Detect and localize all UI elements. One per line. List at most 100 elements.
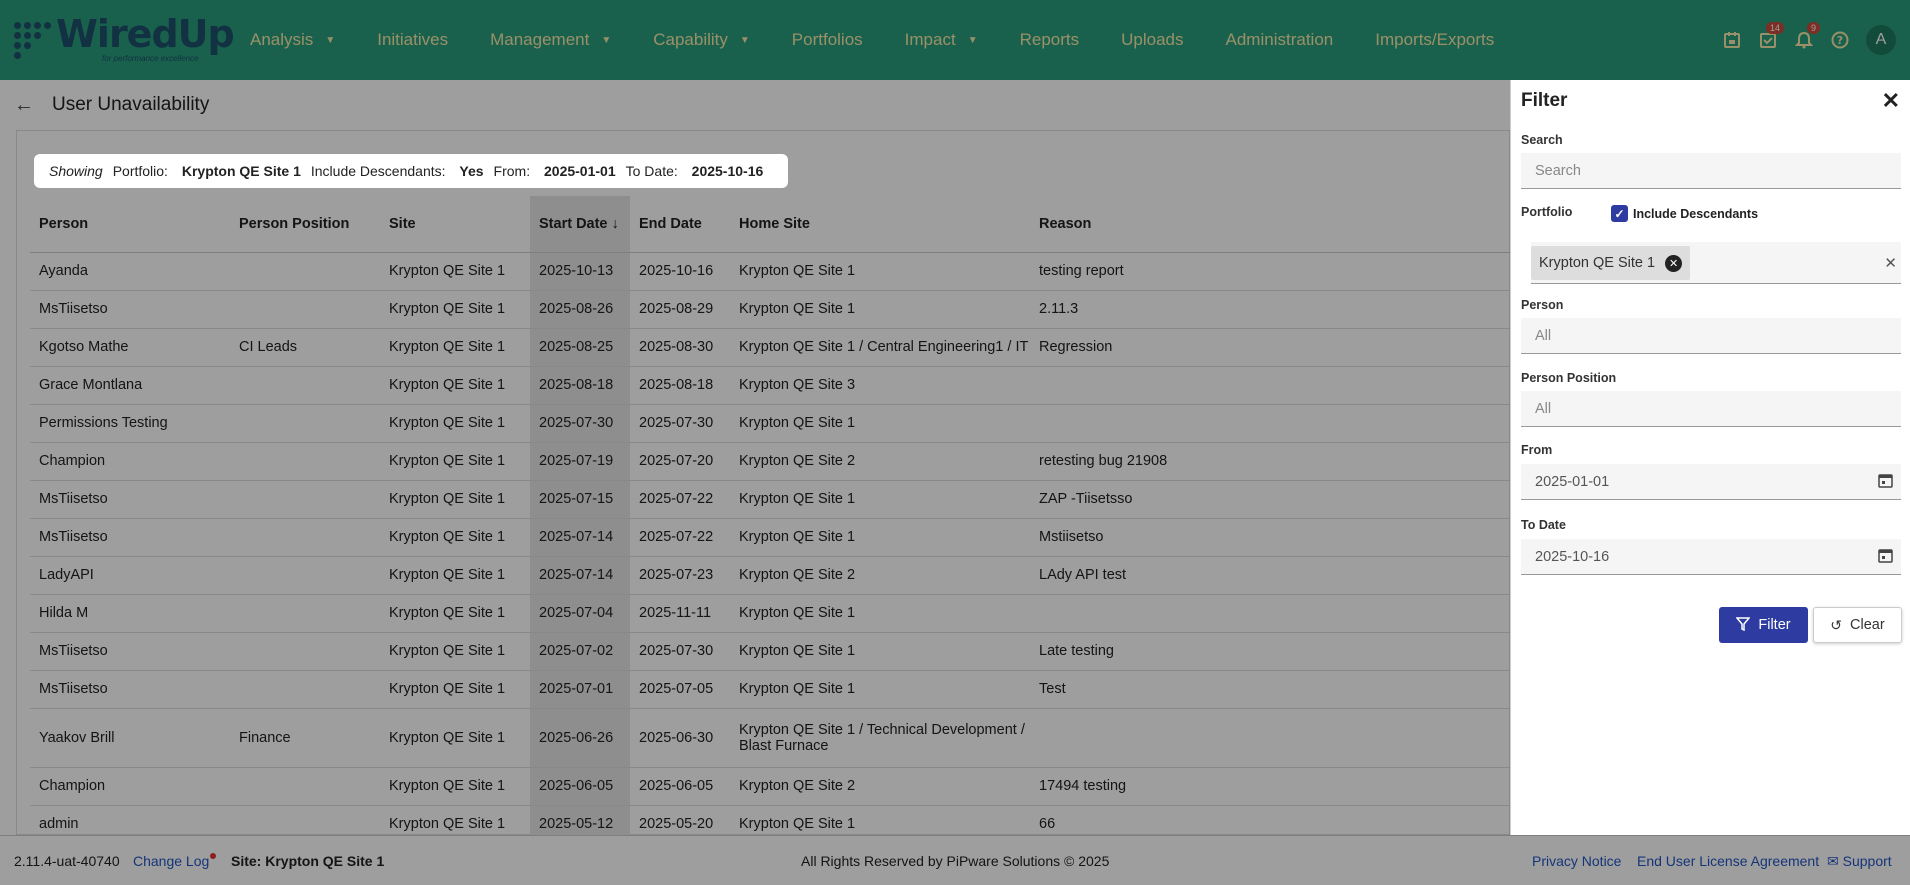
summary-lead: Showing	[49, 163, 103, 179]
brand-tagline: for performance excellence	[102, 54, 199, 63]
calendar-icon[interactable]	[1878, 548, 1893, 567]
cell-end-date: 2025-07-22	[630, 480, 730, 519]
table-row[interactable]: MsTiisetso Krypton QE Site 1 2025-07-14 202…	[30, 518, 1510, 557]
caret-down-icon: ▼	[325, 34, 336, 46]
position-select[interactable]: All	[1521, 391, 1901, 427]
calendar-icon[interactable]	[1714, 22, 1750, 58]
cell-person: MsTiisetso	[30, 480, 230, 519]
table-row[interactable]: MsTiisetso Krypton QE Site 1 2025-07-01 202…	[30, 670, 1510, 709]
help-icon[interactable]: ?	[1822, 22, 1858, 58]
table-row[interactable]: Grace Montlana Krypton QE Site 1 2025-08-1…	[30, 366, 1510, 405]
cell-start-date: 2025-10-13	[530, 252, 630, 291]
nav-portfolios[interactable]: Portfolios	[792, 30, 863, 50]
nav-reports[interactable]: Reports	[1020, 30, 1080, 50]
from-date-value: 2025-01-01	[1535, 473, 1610, 490]
cell-person: Champion	[30, 442, 230, 481]
table-row[interactable]: Champion Krypton QE Site 1 2025-07-19 2025-…	[30, 442, 1510, 481]
table-row[interactable]: MsTiisetso Krypton QE Site 1 2025-07-02 202…	[30, 632, 1510, 671]
nav-management[interactable]: Management ▼	[490, 30, 611, 50]
clear-button[interactable]: ↺ Clear	[1813, 607, 1902, 643]
caret-down-icon: ▼	[967, 34, 978, 46]
support-link[interactable]: ✉ Support	[1827, 853, 1892, 870]
cell-reason: LAdy API test	[1030, 556, 1510, 595]
table-row[interactable]: Permissions Testing Krypton QE Site 1 2025…	[30, 404, 1510, 443]
table-row[interactable]: MsTiisetso Krypton QE Site 1 2025-07-15 202…	[30, 480, 1510, 519]
calendar-icon[interactable]	[1878, 473, 1893, 492]
cell-home-site: Krypton QE Site 1 / Technical Developmen…	[730, 708, 1030, 768]
to-date-input[interactable]: 2025-10-16	[1521, 539, 1901, 575]
summary-from-value: 2025-01-01	[544, 163, 616, 179]
include-descendants-checkbox[interactable]: ✓ Include Descendants	[1611, 205, 1758, 222]
eula-link[interactable]: End User License Agreement	[1637, 853, 1819, 869]
cell-home-site: Krypton QE Site 1	[730, 594, 1030, 633]
nav-impact[interactable]: Impact ▼	[905, 30, 978, 50]
table-row[interactable]: LadyAPI Krypton QE Site 1 2025-07-14 2025-0…	[30, 556, 1510, 595]
header-site[interactable]: Site	[380, 196, 530, 253]
clear-selection-icon[interactable]: ✕	[1884, 254, 1897, 272]
changelog-link[interactable]: Change Log	[133, 853, 217, 869]
cell-home-site: Krypton QE Site 2	[730, 767, 1030, 806]
privacy-link[interactable]: Privacy Notice	[1532, 853, 1621, 869]
cell-start-date: 2025-08-25	[530, 328, 630, 367]
cell-person-position	[230, 252, 380, 291]
bell-icon[interactable]: 9	[1786, 22, 1822, 58]
cell-person-position	[230, 556, 380, 595]
nav-initiatives[interactable]: Initiatives	[377, 30, 448, 50]
cell-reason: Test	[1030, 670, 1510, 709]
table-row[interactable]: Hilda M Krypton QE Site 1 2025-07-04 2025-1…	[30, 594, 1510, 633]
cell-site: Krypton QE Site 1	[380, 290, 530, 329]
search-input[interactable]: Search	[1521, 153, 1901, 189]
portfolio-select[interactable]: Krypton QE Site 1 ✕ ✕	[1531, 242, 1901, 284]
table-row[interactable]: Ayanda Krypton QE Site 1 2025-10-13 2025-10…	[30, 252, 1510, 291]
back-arrow-icon[interactable]: ←	[14, 94, 34, 117]
header-start-date[interactable]: Start Date ↓	[530, 196, 630, 253]
cell-site: Krypton QE Site 1	[380, 708, 530, 768]
sort-down-icon: ↓	[611, 215, 619, 232]
nav-analysis[interactable]: Analysis ▼	[250, 30, 335, 50]
table-row[interactable]: Yaakov Brill Finance Krypton QE Site 1 2025…	[30, 708, 1510, 768]
summary-descendants-value: Yes	[459, 163, 484, 179]
header-reason[interactable]: Reason	[1030, 196, 1510, 253]
filter-button[interactable]: Filter	[1719, 607, 1808, 643]
nav-uploads[interactable]: Uploads	[1121, 30, 1183, 50]
cell-start-date: 2025-07-01	[530, 670, 630, 709]
cell-person: Ayanda	[30, 252, 230, 291]
header-home-site[interactable]: Home Site	[730, 196, 1030, 253]
summary-descendants-label: Include Descendants:	[310, 163, 446, 179]
cell-person: Hilda M	[30, 594, 230, 633]
cell-site: Krypton QE Site 1	[380, 767, 530, 806]
nav-capability[interactable]: Capability ▼	[653, 30, 750, 50]
cell-person-position	[230, 480, 380, 519]
table-row[interactable]: Champion Krypton QE Site 1 2025-06-05 2025-…	[30, 767, 1510, 806]
table-row[interactable]: MsTiisetso Krypton QE Site 1 2025-08-26 202…	[30, 290, 1510, 329]
header-person[interactable]: Person	[30, 196, 230, 253]
avatar[interactable]: A	[1866, 25, 1896, 55]
clear-button-label: Clear	[1850, 617, 1885, 633]
filter-title: Filter	[1521, 90, 1568, 111]
wiredup-logo[interactable]: WiredUp for performance excellence	[10, 10, 235, 70]
cell-site: Krypton QE Site 1	[380, 252, 530, 291]
summary-portfolio-label: Portfolio:	[112, 163, 168, 179]
cell-person-position	[230, 767, 380, 806]
cell-end-date: 2025-07-23	[630, 556, 730, 595]
page-title: User Unavailability	[52, 94, 210, 115]
new-indicator-icon	[210, 853, 217, 859]
person-select[interactable]: All	[1521, 318, 1901, 354]
position-label: Person Position	[1521, 371, 1617, 385]
cell-person: MsTiisetso	[30, 632, 230, 671]
nav-imports-exports[interactable]: Imports/Exports	[1375, 30, 1494, 50]
header-end-date[interactable]: End Date	[630, 196, 730, 253]
chip-remove-icon[interactable]: ✕	[1665, 254, 1683, 272]
cell-start-date: 2025-07-14	[530, 518, 630, 557]
svg-text:?: ?	[1837, 34, 1843, 47]
table-row[interactable]: Kgotso Mathe CI Leads Krypton QE Site 1 202…	[30, 328, 1510, 367]
close-icon[interactable]: ✕	[1882, 88, 1900, 114]
cell-person-position	[230, 442, 380, 481]
filter-button-label: Filter	[1758, 617, 1791, 633]
cell-person-position: CI Leads	[230, 328, 380, 367]
search-placeholder: Search	[1535, 162, 1581, 179]
task-check-icon[interactable]: 14	[1750, 22, 1786, 58]
header-person-position[interactable]: Person Position	[230, 196, 380, 253]
nav-administration[interactable]: Administration	[1226, 30, 1334, 50]
from-date-input[interactable]: 2025-01-01	[1521, 464, 1901, 500]
